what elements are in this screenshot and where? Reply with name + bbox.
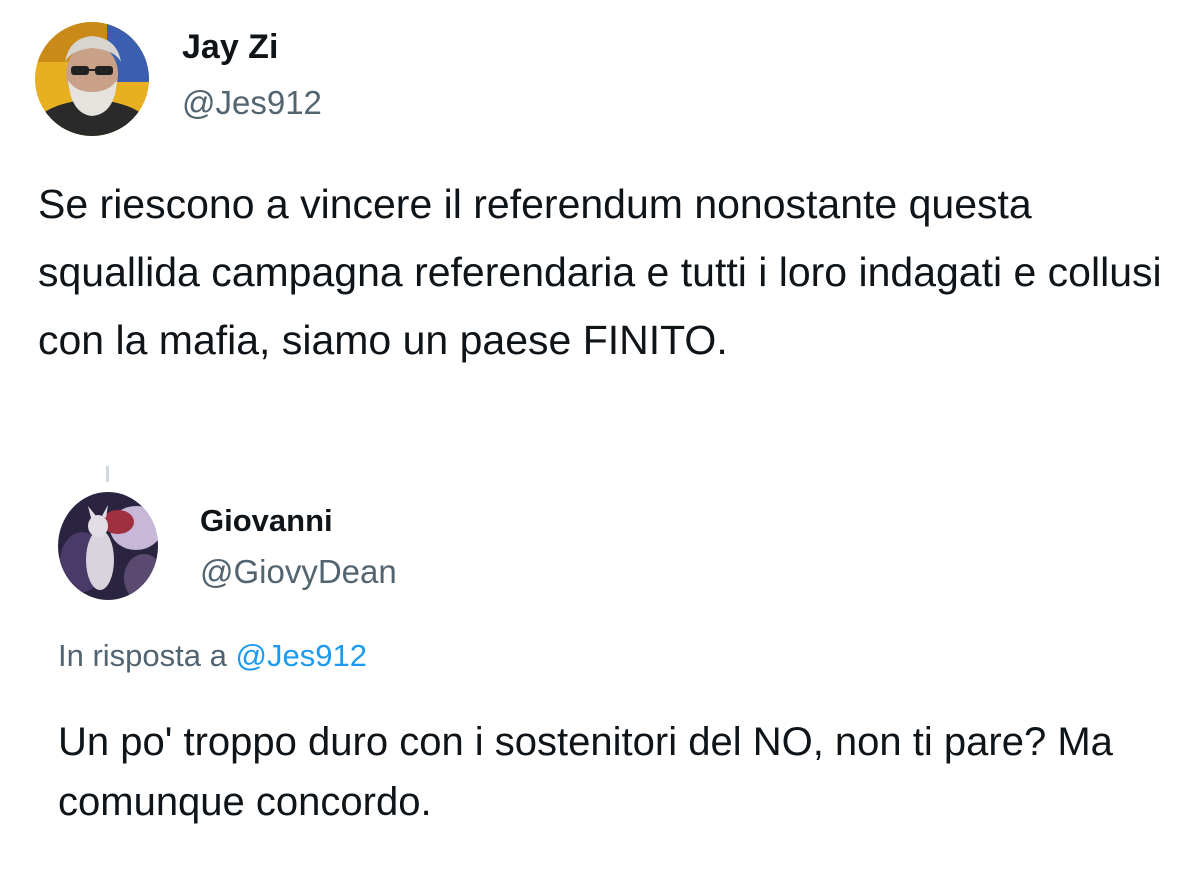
author-name[interactable]: Jay Zi — [182, 28, 278, 67]
reply-context-mention-link[interactable]: @Jes912 — [236, 638, 367, 673]
reply-author-avatar-image — [58, 492, 158, 600]
author-avatar[interactable] — [35, 22, 149, 136]
reply-author-name[interactable]: Giovanni — [200, 503, 333, 539]
thread-connector-line — [106, 466, 109, 482]
reply-author-handle[interactable]: @GiovyDean — [200, 553, 397, 591]
reply-context-prefix: In risposta a — [58, 638, 227, 673]
author-handle[interactable]: @Jes912 — [182, 84, 322, 122]
tweet-text: Se riescono a vincere il referendum nono… — [38, 181, 1162, 363]
reply-text: Un po' troppo duro con i sostenitori del… — [58, 720, 1113, 824]
reply-author-avatar[interactable] — [58, 492, 158, 600]
reply-context: In risposta a @Jes912 — [58, 638, 367, 674]
author-avatar-image — [35, 22, 149, 136]
